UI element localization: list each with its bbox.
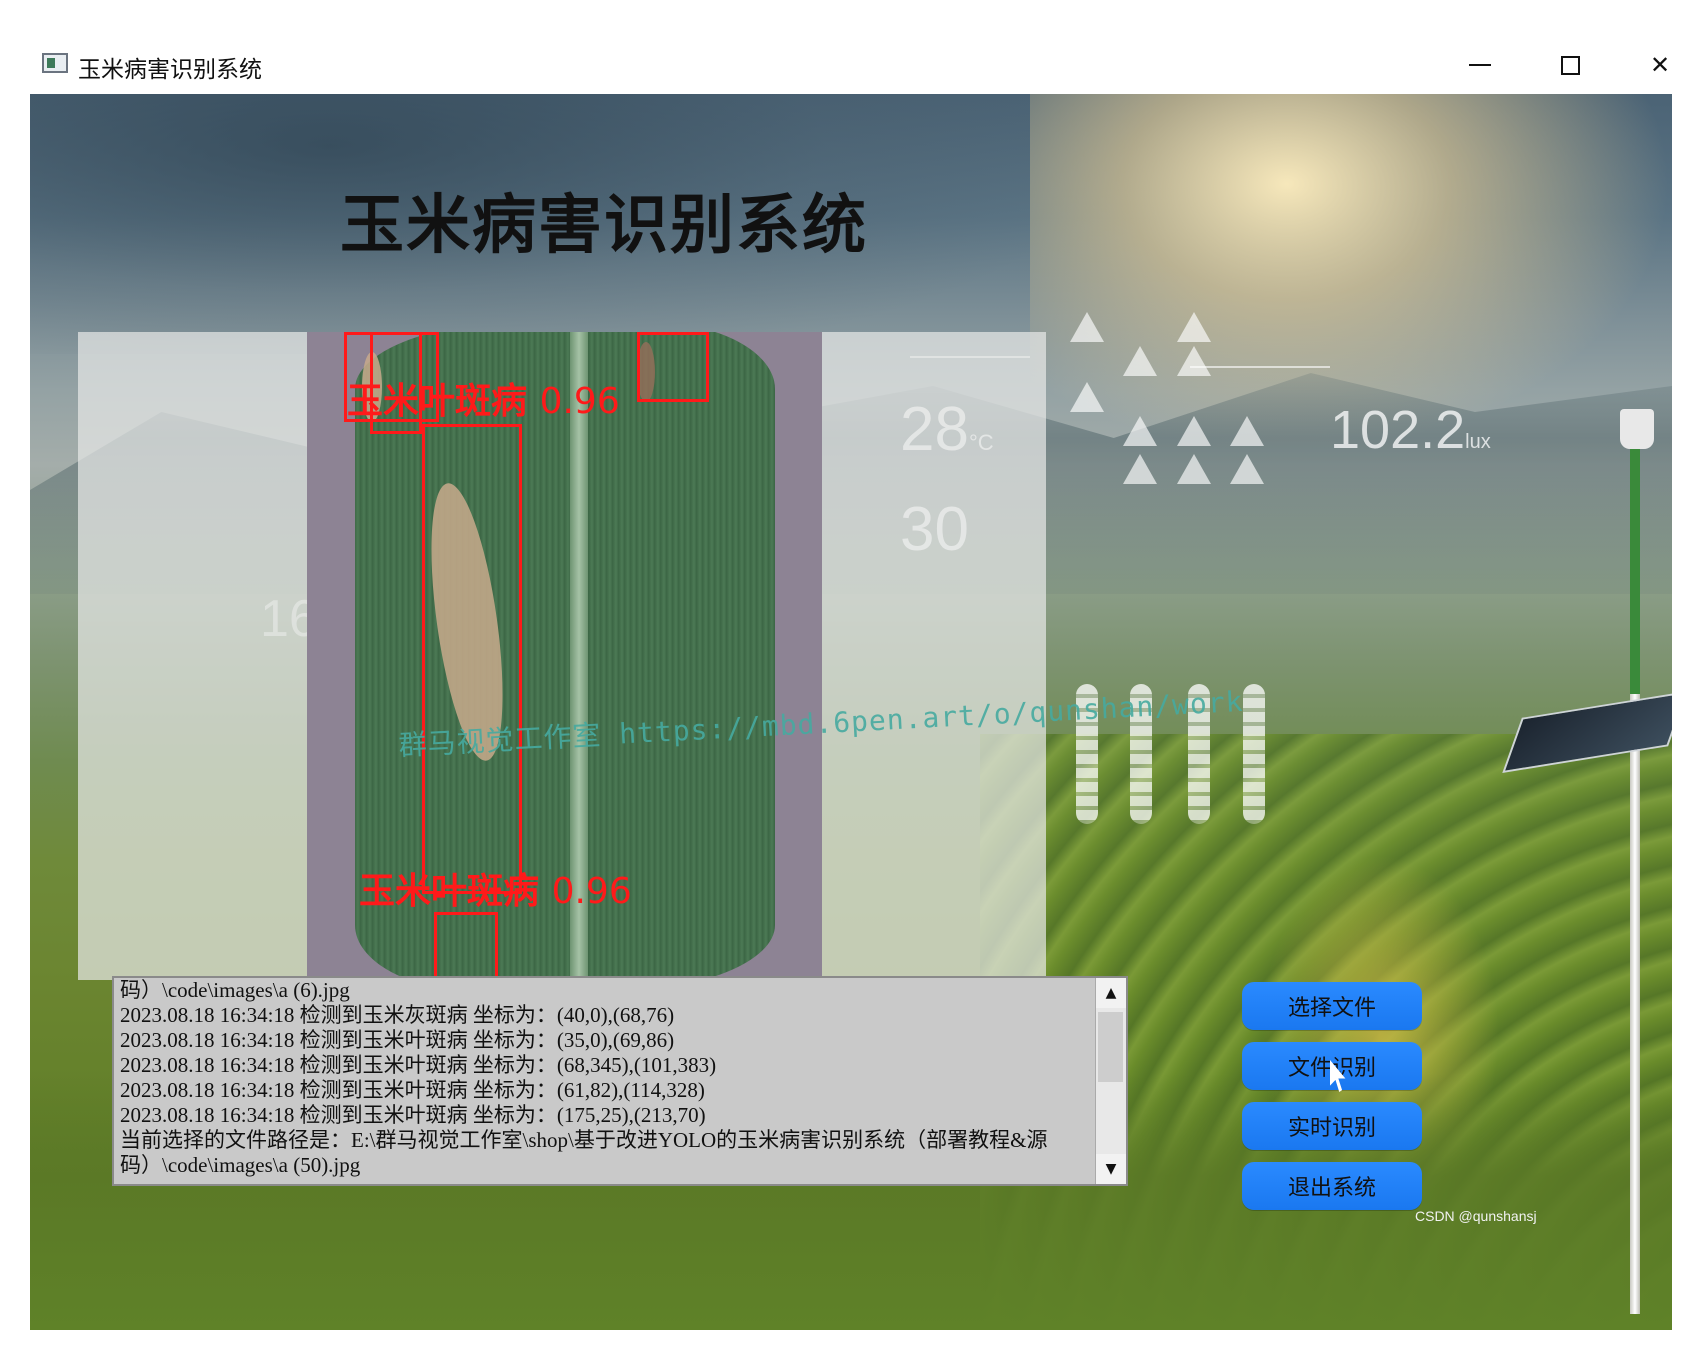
minimize-button[interactable] [1450, 44, 1510, 86]
detection-box [637, 332, 709, 402]
realtime-detect-button[interactable]: 实时识别 [1242, 1102, 1422, 1150]
triangle-decor-icon [1123, 454, 1157, 484]
triangle-decor-icon [1177, 312, 1211, 342]
main-window-content: 28°C 30 102.2lux 16 玉米病害识别系统 玉米叶斑病 [30, 94, 1672, 1330]
log-line: 2023.08.18 16:34:18 检测到玉米叶斑病 坐标为：(35,0),… [120, 1028, 675, 1052]
triangle-decor-icon [1230, 416, 1264, 446]
image-display-panel: 玉米叶斑病 0.96 玉米叶斑病 0.96 [78, 332, 1046, 980]
maximize-button[interactable] [1540, 44, 1600, 86]
close-button[interactable]: ✕ [1630, 44, 1690, 86]
window-titlebar: 玉米病害识别系统 ✕ [30, 40, 1670, 90]
minimize-icon [1469, 64, 1491, 66]
detection-box [422, 424, 522, 894]
app-icon [42, 53, 68, 73]
wheat-decor-icon [1243, 684, 1265, 824]
scroll-up-button[interactable]: ▲ [1096, 978, 1126, 1008]
log-line: 码）\code\images\a (6).jpg [120, 978, 350, 1002]
scroll-thumb[interactable] [1098, 1012, 1123, 1082]
decor-line [1190, 366, 1330, 368]
log-line: 码）\code\images\a (50).jpg [120, 1153, 361, 1177]
detection-image: 玉米叶斑病 0.96 玉米叶斑病 0.96 [307, 332, 822, 980]
sensor-pole-top [1630, 434, 1640, 694]
log-line: 2023.08.18 16:34:18 检测到玉米叶斑病 坐标为：(68,345… [120, 1053, 717, 1077]
log-line: 当前选择的文件路径是：E:\群马视觉工作室\shop\基于改进YOLO的玉米病害… [120, 1128, 1048, 1152]
log-line: 2023.08.18 16:34:18 检测到玉米叶斑病 坐标为：(175,25… [120, 1103, 706, 1127]
close-icon: ✕ [1649, 51, 1671, 79]
chevron-down-icon: ▼ [1105, 1161, 1117, 1177]
exit-button[interactable]: 退出系统 [1242, 1162, 1422, 1210]
triangle-decor-icon [1177, 346, 1211, 376]
detection-label: 玉米叶斑病 0.96 [359, 871, 632, 912]
select-file-button[interactable]: 选择文件 [1242, 982, 1422, 1030]
log-line: 2023.08.18 16:34:18 检测到玉米灰斑病 坐标为：(40,0),… [120, 1003, 675, 1027]
window-title: 玉米病害识别系统 [78, 57, 262, 83]
maximize-icon [1560, 55, 1580, 75]
triangle-decor-icon [1230, 454, 1264, 484]
triangle-decor-icon [1177, 416, 1211, 446]
triangle-decor-icon [1123, 346, 1157, 376]
log-line: 2023.08.18 16:34:18 检测到玉米叶斑病 坐标为：(61,82)… [120, 1078, 705, 1102]
triangle-decor-icon [1070, 312, 1104, 342]
camera-icon [1620, 409, 1654, 449]
sensor-reading-light: 102.2lux [1330, 400, 1491, 460]
log-scrollbar[interactable]: ▲ ▼ [1095, 978, 1126, 1184]
credit-text: CSDN @qunshansj [1415, 1208, 1537, 1224]
detection-label: 玉米叶斑病 0.96 [347, 381, 620, 422]
chevron-up-icon: ▲ [1105, 985, 1117, 1001]
page-title: 玉米病害识别系统 [340, 189, 868, 263]
detection-box [434, 912, 498, 980]
log-textarea[interactable]: 码）\code\images\a (6).jpg 2023.08.18 16:3… [112, 976, 1128, 1186]
triangle-decor-icon [1177, 454, 1211, 484]
triangle-decor-icon [1123, 416, 1157, 446]
triangle-decor-icon [1070, 382, 1104, 412]
log-content: 码）\code\images\a (6).jpg 2023.08.18 16:3… [120, 978, 1105, 1178]
scroll-down-button[interactable]: ▼ [1096, 1154, 1126, 1184]
